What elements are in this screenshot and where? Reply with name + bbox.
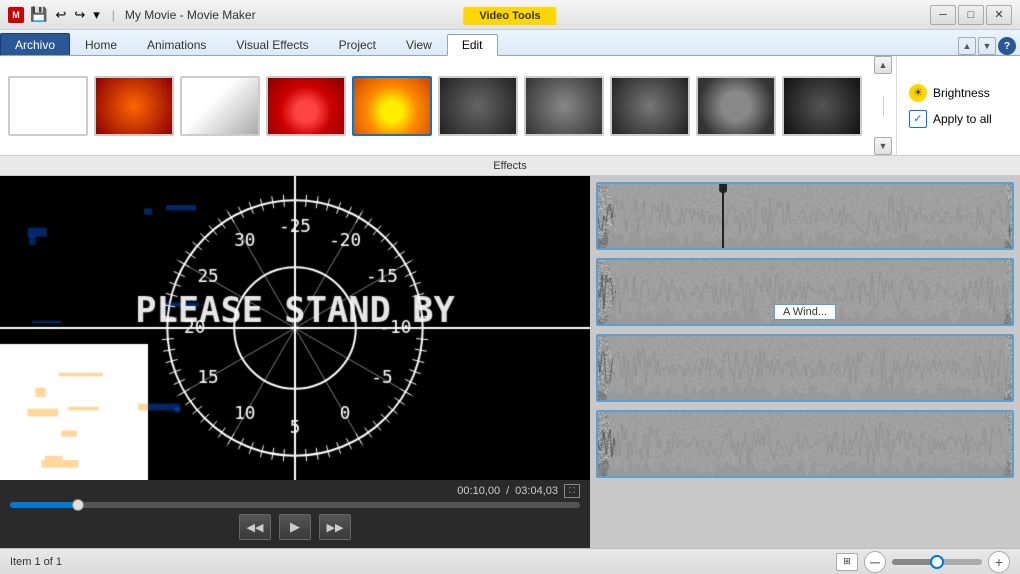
app-icon: M	[8, 7, 24, 23]
ribbon-options-panel: ☀ Brightness ✓ Apply to all	[896, 56, 1020, 155]
brightness-icon: ☀	[909, 84, 927, 102]
scroll-down-button[interactable]: ▼	[874, 137, 892, 155]
zoom-slider[interactable]	[892, 559, 982, 565]
maximize-button[interactable]: □	[958, 5, 984, 25]
close-button[interactable]: ✕	[986, 5, 1012, 25]
brightness-option[interactable]: ☀ Brightness	[909, 84, 1020, 102]
video-canvas	[0, 176, 590, 480]
seek-progress	[10, 502, 78, 508]
effect-flower-yellow[interactable]	[352, 76, 432, 136]
ribbon-nav-down[interactable]: ▼	[978, 37, 996, 55]
timeline-clip-3[interactable]	[596, 334, 1014, 402]
effect-grayscale-4[interactable]	[696, 76, 776, 136]
effect-dark[interactable]	[782, 76, 862, 136]
fullscreen-icon[interactable]: ⛶	[564, 484, 580, 498]
preview-controls: 00:10,00 / 03:04,03 ⛶ ◀◀ ▶ ▶▶	[0, 480, 590, 548]
timeline-clip-1[interactable]	[596, 182, 1014, 250]
minimize-button[interactable]: ─	[930, 5, 956, 25]
clip3-canvas	[598, 336, 1012, 400]
item-count: Item 1 of 1	[10, 556, 62, 568]
effects-label: Effects	[0, 155, 1020, 175]
quick-save[interactable]: 💾	[28, 6, 49, 23]
ribbon-tabs: Archivo Home Animations Visual Effects P…	[0, 30, 1020, 56]
apply-to-icon: ✓	[909, 110, 927, 128]
tab-view[interactable]: View	[391, 33, 447, 55]
total-time: 03:04,03	[515, 485, 558, 497]
title-bar: M 💾 ↩ ↪ ▾ | My Movie - Movie Maker Video…	[0, 0, 1020, 30]
preview-panel: 00:10,00 / 03:04,03 ⛶ ◀◀ ▶ ▶▶	[0, 176, 590, 548]
clip4-canvas	[598, 412, 1012, 476]
zoom-slider-thumb[interactable]	[930, 555, 944, 569]
effect-grayscale-3[interactable]	[610, 76, 690, 136]
effect-white-gray[interactable]	[180, 76, 260, 136]
tab-archivo[interactable]: Archivo	[0, 33, 70, 55]
tab-home[interactable]: Home	[70, 33, 132, 55]
playhead	[722, 184, 724, 248]
rewind-button[interactable]: ◀◀	[239, 514, 271, 540]
ribbon-nav-up[interactable]: ▲	[958, 37, 976, 55]
effects-row	[0, 56, 870, 155]
quick-menu[interactable]: ▾	[91, 7, 102, 23]
time-separator: /	[506, 485, 509, 497]
tab-animations[interactable]: Animations	[132, 33, 221, 55]
zoom-controls: ⊞ ─ +	[836, 551, 1010, 573]
effect-radial-orange[interactable]	[94, 76, 174, 136]
video-tools-badge: Video Tools	[463, 8, 556, 22]
timeline-clip-4[interactable]	[596, 410, 1014, 478]
seek-thumb[interactable]	[72, 499, 84, 511]
timeline-scroll-area[interactable]: A Wind...	[590, 176, 1020, 548]
video-display	[0, 176, 590, 480]
tab-visual-effects[interactable]: Visual Effects	[221, 33, 323, 55]
seek-bar[interactable]	[10, 502, 580, 508]
effects-strip: ▲ ▼ ☀ Brightness ✓ Apply to all Effects	[0, 56, 1020, 176]
clip-label: A Wind...	[774, 304, 836, 320]
current-time: 00:10,00	[457, 485, 500, 497]
quick-undo[interactable]: ↩	[53, 7, 68, 23]
apply-to-label: Apply to all	[933, 112, 992, 126]
ribbon-right-buttons: ▲ ▼ ?	[958, 37, 1020, 55]
scroll-up-button[interactable]: ▲	[874, 56, 892, 74]
apply-to-option[interactable]: ✓ Apply to all	[909, 110, 1020, 128]
effects-scroll-controls: ▲ ▼	[870, 56, 896, 155]
tab-project[interactable]: Project	[324, 33, 391, 55]
window-controls: ─ □ ✕	[930, 5, 1012, 25]
timeline-panel: A Wind...	[590, 176, 1020, 548]
effect-grayscale-2[interactable]	[524, 76, 604, 136]
title-left: M 💾 ↩ ↪ ▾ | My Movie - Movie Maker	[8, 6, 256, 23]
quick-redo[interactable]: ↪	[72, 7, 87, 23]
help-button[interactable]: ?	[998, 37, 1016, 55]
timeline-clip-2[interactable]: A Wind...	[596, 258, 1014, 326]
main-area: 00:10,00 / 03:04,03 ⛶ ◀◀ ▶ ▶▶	[0, 176, 1020, 548]
playback-controls: ◀◀ ▶ ▶▶	[10, 512, 580, 542]
window-title: My Movie - Movie Maker	[125, 8, 256, 22]
forward-button[interactable]: ▶▶	[319, 514, 351, 540]
time-display: 00:10,00 / 03:04,03 ⛶	[10, 484, 580, 498]
tab-edit[interactable]: Edit	[447, 34, 498, 56]
status-bar: Item 1 of 1 ⊞ ─ +	[0, 548, 1020, 574]
zoom-in-button[interactable]: +	[988, 551, 1010, 573]
effect-grayscale-1[interactable]	[438, 76, 518, 136]
status-icon-1[interactable]: ⊞	[836, 553, 858, 571]
zoom-out-button[interactable]: ─	[864, 551, 886, 573]
effect-blank[interactable]	[8, 76, 88, 136]
effect-flower-red[interactable]	[266, 76, 346, 136]
clip1-canvas	[598, 184, 1012, 248]
play-button[interactable]: ▶	[279, 514, 311, 540]
brightness-label: Brightness	[933, 86, 990, 100]
